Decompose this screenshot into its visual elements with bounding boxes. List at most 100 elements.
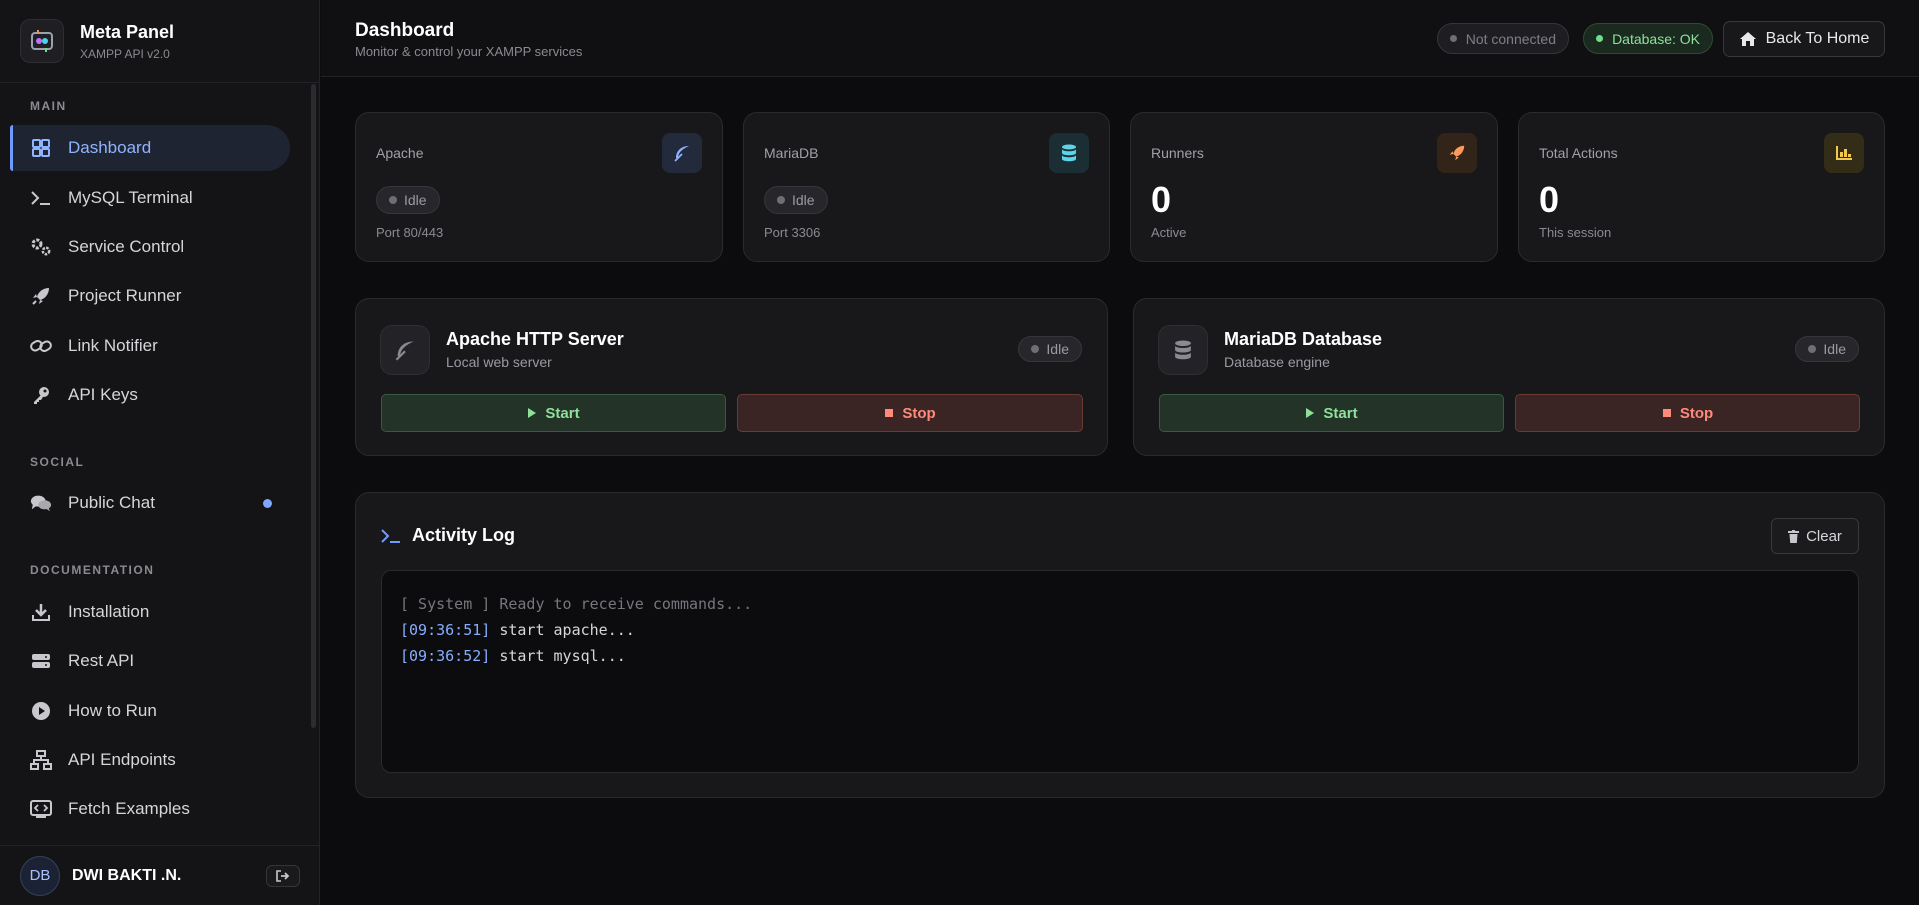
status-badge: Idle [764,186,828,214]
status-badge: Idle [376,186,440,214]
server-icon [30,650,52,672]
stat-value: 0 [1151,179,1172,220]
status-badge: Idle [1795,336,1859,362]
feather-icon [662,133,702,173]
page-subtitle: Monitor & control your XAMPP services [355,44,583,59]
stop-icon [1662,409,1671,417]
database-status-text: Database: OK [1612,30,1700,47]
service-title: Apache HTTP Server [446,329,624,349]
home-icon [1739,32,1756,46]
sidebar-item-label: Project Runner [68,286,182,305]
sidebar-scrollbar[interactable] [311,84,316,728]
sidebar-item-label: Link Notifier [68,336,158,355]
grid-icon [30,137,52,159]
sidebar-item-mysql-terminal[interactable]: MySQL Terminal [10,175,290,221]
rocket-icon [30,285,52,307]
sidebar-item-installation[interactable]: Installation [10,589,290,635]
play-icon [528,408,537,418]
log-message: start mysql... [499,647,626,665]
stat-card-mariadb: MariaDB Idle Port 3306 [743,112,1110,262]
service-subtitle: Database engine [1224,354,1330,370]
log-output[interactable]: [ System ] Ready to receive commands... … [381,570,1859,773]
sidebar-item-api-endpoints[interactable]: API Endpoints [10,737,290,783]
status-text: Idle [792,192,815,208]
sidebar-item-project-runner[interactable]: Project Runner [10,273,290,319]
start-label: Start [1323,404,1358,422]
sitemap-icon [30,749,52,771]
status-text: Idle [1046,341,1069,357]
unread-indicator [263,498,272,508]
sidebar-item-rest-api[interactable]: Rest API [10,638,290,684]
status-badge: Idle [1018,336,1082,362]
sidebar-item-label: API Keys [68,385,138,404]
sidebar-item-public-chat[interactable]: Public Chat [10,480,290,526]
feather-icon [380,325,430,375]
sidebar: Meta Panel XAMPP API v2.0 MAIN Dashboard… [0,0,320,905]
stat-label: Total Actions [1539,145,1618,161]
logout-button[interactable] [266,864,300,887]
stat-sub: Port 3306 [764,225,821,240]
app-logo-icon [20,19,64,63]
sidebar-item-label: How to Run [68,701,157,720]
clear-log-button[interactable]: Clear [1771,518,1859,554]
database-status-badge: Database: OK [1583,23,1713,54]
sidebar-item-link-notifier[interactable]: Link Notifier [10,323,290,369]
stat-sub: Port 80/443 [376,225,444,240]
connection-status-badge: Not connected [1436,23,1569,54]
sidebar-item-fetch-examples[interactable]: Fetch Examples [10,786,290,832]
sidebar-item-label: Installation [68,602,150,621]
stop-label: Stop [902,404,936,422]
stat-card-total-actions: Total Actions 0 This session [1518,112,1885,262]
stat-card-runners: Runners 0 Active [1130,112,1498,262]
log-message: start apache... [499,621,635,639]
apache-stop-button[interactable]: Stop [737,394,1083,432]
apache-start-button[interactable]: Start [381,394,726,432]
section-label-documentation: DOCUMENTATION [30,563,155,577]
terminal-icon [381,528,400,543]
start-label: Start [545,404,580,422]
status-dot [1449,35,1457,42]
stat-label: Runners [1151,145,1204,161]
sidebar-item-dashboard[interactable]: Dashboard [10,125,290,171]
log-system-line: [ System ] Ready to receive commands... [400,595,753,613]
service-subtitle: Local web server [446,354,552,370]
stop-label: Stop [1679,404,1714,422]
sidebar-item-api-keys[interactable]: API Keys [10,372,290,418]
code-window-icon [30,798,52,820]
connection-status-text: Not connected [1465,30,1556,47]
clear-label: Clear [1806,527,1842,545]
avatar[interactable]: DB [20,855,60,896]
sidebar-item-how-to-run[interactable]: How to Run [10,688,290,734]
user-name: DWI BAKTI .N. [72,866,182,884]
rocket-icon [1437,133,1477,173]
section-label-main: MAIN [30,99,67,113]
stat-value: 0 [1539,179,1560,220]
log-entry: [09:36:52] start mysql... [400,643,1840,669]
log-entry: [09:36:51] start apache... [400,617,1840,643]
back-to-home-button[interactable]: Back To Home [1723,21,1885,57]
status-dot [1031,345,1040,353]
service-title: MariaDB Database [1224,329,1383,349]
status-dot [1808,345,1817,353]
sidebar-item-service-control[interactable]: Service Control [10,224,290,270]
sidebar-item-label: Public Chat [68,493,155,512]
sidebar-item-label: Service Control [68,237,185,256]
brand[interactable]: Meta Panel XAMPP API v2.0 [0,0,319,83]
gears-icon [30,236,52,258]
log-timestamp: [09:36:51] [400,621,491,639]
status-dot [777,196,785,204]
log-timestamp: [09:36:52] [400,647,491,665]
mariadb-stop-button[interactable]: Stop [1515,394,1860,432]
sidebar-item-label: MySQL Terminal [68,188,193,207]
mariadb-start-button[interactable]: Start [1159,394,1504,432]
play-circle-icon [30,700,52,722]
sidebar-item-label: Dashboard [68,138,152,157]
back-to-home-label: Back To Home [1765,30,1870,47]
stat-card-apache: Apache Idle Port 80/443 [355,112,723,262]
stat-sub: This session [1539,225,1612,240]
brand-subtitle: XAMPP API v2.0 [80,46,170,61]
database-icon [1049,133,1089,173]
status-text: Idle [404,192,427,208]
play-icon [1306,408,1315,418]
chart-icon [1824,133,1864,173]
